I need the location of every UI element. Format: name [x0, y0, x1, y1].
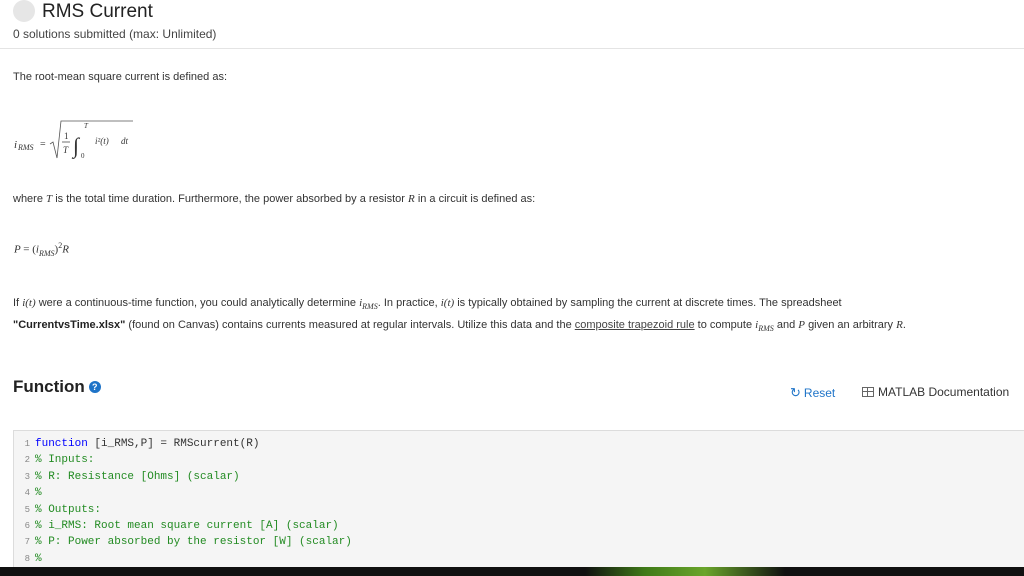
background-strip [585, 567, 785, 576]
doc-label: MATLAB Documentation [878, 385, 1010, 399]
matlab-documentation-button[interactable]: MATLAB Documentation [862, 385, 1009, 399]
intro-text: The root-mean square current is defined … [13, 71, 228, 83]
code-line[interactable]: 3% R: Resistance [Ohms] (scalar) [14, 469, 1024, 485]
reset-label: Reset [803, 386, 836, 400]
formula-dt: dt [121, 136, 129, 146]
int-lower: 0 [81, 152, 85, 160]
code-line[interactable]: 4% [14, 485, 1024, 501]
frac-num: 1 [64, 131, 69, 141]
code-editor[interactable]: 1 function [i_RMS,P] = RMScurrent(R) 2% I… [13, 430, 1024, 570]
page-title: RMS Current [42, 1, 153, 22]
frac-den: T [63, 145, 69, 155]
code-line[interactable]: 5% Outputs: [14, 502, 1024, 518]
power-formula: P = (iRMS)2R [14, 241, 69, 258]
spreadsheet-name: "CurrentvsTime.xlsx" [13, 319, 126, 332]
formula-lhs: i [14, 139, 17, 151]
status-circle-icon [13, 0, 35, 22]
formula-equals: = [40, 139, 46, 150]
function-heading: Function? [13, 377, 101, 397]
problem-description: If i(t) were a continuous-time function,… [13, 297, 906, 334]
code-line[interactable]: 2% Inputs: [14, 452, 1024, 468]
code-line[interactable]: 1 function [i_RMS,P] = RMScurrent(R) [14, 436, 1024, 452]
where-text: where T is the total time duration. Furt… [13, 193, 536, 205]
taskbar-strip [0, 567, 1024, 576]
question-circle-icon[interactable]: ? [88, 381, 101, 393]
refresh-icon: ↻ [790, 385, 801, 400]
code-line[interactable]: 7% P: Power absorbed by the resistor [W]… [14, 534, 1024, 550]
documentation-icon [862, 387, 874, 397]
code-line[interactable]: 6% i_RMS: Root mean square current [A] (… [14, 518, 1024, 534]
int-upper: T [84, 122, 89, 130]
formula-lhs-sub: RMS [17, 143, 34, 152]
submission-count: 0 solutions submitted (max: Unlimited) [13, 27, 217, 41]
header-divider [0, 48, 1024, 49]
code-line[interactable]: 8% [14, 551, 1024, 567]
composite-trapezoid-link[interactable]: composite trapezoid rule [575, 319, 695, 331]
rms-formula: i RMS = 1 T ∫ T 0 i²(t) dt [14, 120, 133, 160]
reset-button[interactable]: ↻ Reset [790, 385, 835, 401]
integral-sign: ∫ [71, 133, 81, 159]
integrand: i²(t) [95, 136, 109, 146]
